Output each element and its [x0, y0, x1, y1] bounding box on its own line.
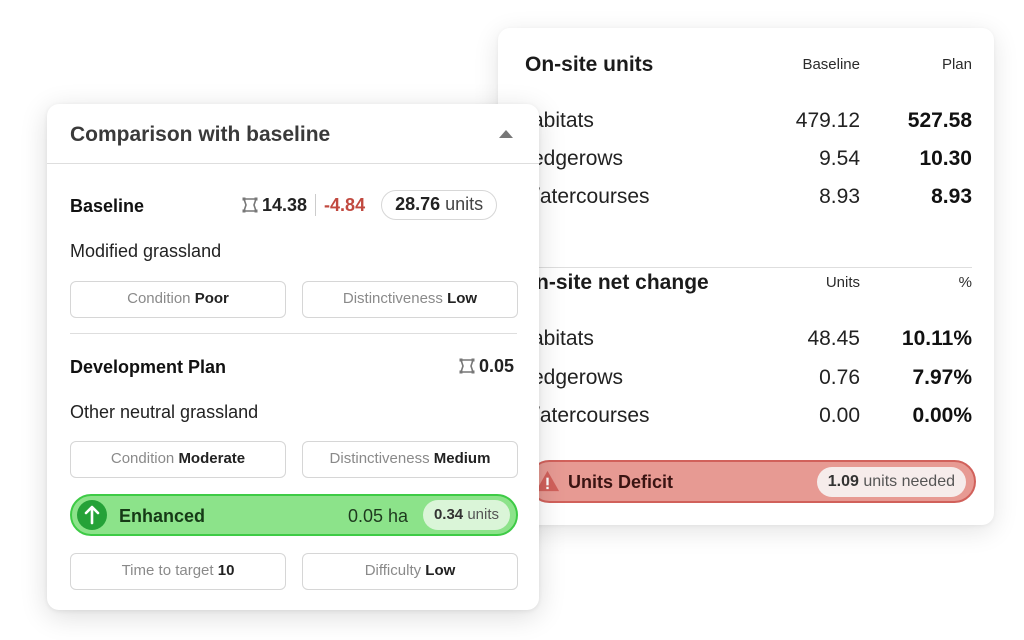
baseline-units-value: 28.76 — [395, 194, 441, 214]
area-polygon-icon — [242, 197, 258, 213]
enhanced-units-value: 0.34 — [433, 506, 464, 523]
distinctiveness-label: Distinctiveness — [342, 290, 443, 307]
baseline-units-suffix: units — [445, 194, 484, 214]
units-deficit-label: Units Deficit — [568, 472, 674, 492]
distinctiveness-value: Low — [447, 290, 478, 307]
baseline-value: 8.93 — [819, 185, 860, 208]
difficulty-value: Low — [425, 562, 456, 579]
baseline-metrics: 14.38 -4.84 28.76 units — [241, 190, 498, 220]
units-column-header: Units — [825, 274, 860, 291]
row-label: edgerows — [532, 366, 624, 389]
net-row-hedgerows: edgerows 0.76 7.97% — [498, 366, 994, 396]
comparison-card: Comparison with baseline Baseline 14.38 … — [47, 104, 539, 610]
plan-value: 10.30 — [919, 147, 972, 170]
net-row-habitats: abitats 48.45 10.11% — [498, 327, 994, 357]
time-to-target-box: Time to target 10 — [70, 553, 286, 590]
plan-metrics: 0.05 — [458, 352, 514, 380]
units-value: 0.00 — [819, 404, 860, 427]
plan-column-header: Plan — [941, 56, 972, 73]
distinctiveness-value: Medium — [433, 450, 491, 467]
row-label: /atercourses — [534, 185, 650, 208]
row-label: /atercourses — [534, 404, 650, 427]
enhanced-units-pill: 0.34 units — [422, 500, 510, 530]
plan-value: 527.58 — [907, 109, 972, 132]
distinctiveness-label: Distinctiveness — [329, 450, 430, 467]
baseline-distinctiveness-box: Distinctiveness Low — [302, 281, 518, 318]
arrow-up-icon — [77, 500, 107, 530]
enhanced-hectares: 0.05 ha — [347, 506, 408, 526]
units-row-hedgerows: edgerows 9.54 10.30 — [498, 147, 994, 177]
net-row-watercourses: /atercourses 0.00 0.00% — [498, 404, 994, 434]
percent-value: 10.11% — [901, 327, 972, 350]
collapse-caret-icon[interactable] — [499, 130, 513, 138]
units-row-habitats: abitats 479.12 527.58 — [498, 109, 994, 139]
units-needed-pill: 1.09 units needed — [816, 467, 966, 497]
section-divider — [70, 333, 517, 334]
enhanced-label: Enhanced — [119, 506, 206, 526]
comparison-title: Comparison with baseline — [70, 123, 331, 146]
baseline-change-value: -4.84 — [324, 194, 366, 215]
units-deficit-banner: Units Deficit 1.09 units needed — [528, 460, 976, 503]
enhanced-status-banner: Enhanced 0.05 ha 0.34 units — [70, 494, 518, 536]
development-plan-title: Development Plan — [70, 357, 227, 377]
row-label: abitats — [532, 327, 594, 350]
baseline-column-header: Baseline — [802, 56, 860, 73]
on-site-units-title: On-site units — [525, 53, 654, 76]
plan-area-value: 0.05 — [479, 355, 515, 376]
section-divider — [532, 267, 972, 268]
on-site-units-card: On-site units Baseline Plan abitats 479.… — [498, 28, 994, 525]
condition-value: Moderate — [178, 450, 246, 467]
baseline-title: Baseline — [70, 196, 145, 216]
condition-value: Poor — [194, 290, 229, 307]
baseline-value: 479.12 — [795, 109, 860, 132]
plan-distinctiveness-box: Distinctiveness Medium — [302, 441, 518, 478]
baseline-units-pill: 28.76 units — [381, 190, 498, 220]
time-to-target-label: Time to target — [121, 562, 214, 579]
plan-value: 8.93 — [931, 185, 972, 208]
units-value: 48.45 — [807, 327, 860, 350]
difficulty-box: Difficulty Low — [302, 553, 518, 590]
units-value: 0.76 — [819, 366, 860, 389]
baseline-area-value: 14.38 — [262, 194, 308, 215]
comparison-header[interactable]: Comparison with baseline — [47, 104, 539, 164]
condition-label: Condition — [110, 450, 175, 467]
area-polygon-icon — [459, 358, 475, 374]
enhanced-units-suffix: units — [467, 506, 499, 523]
row-label: abitats — [532, 109, 594, 132]
baseline-value: 9.54 — [819, 147, 860, 170]
difficulty-label: Difficulty — [364, 562, 422, 579]
plan-habitat: Other neutral grassland — [70, 402, 259, 422]
time-to-target-value: 10 — [217, 562, 235, 579]
baseline-condition-box: Condition Poor — [70, 281, 286, 318]
units-needed-suffix: units needed — [863, 473, 955, 490]
percent-column-header: % — [958, 274, 972, 291]
plan-condition-box: Condition Moderate — [70, 441, 286, 478]
condition-label: Condition — [127, 290, 191, 307]
percent-value: 7.97% — [912, 366, 972, 389]
units-needed-value: 1.09 — [827, 473, 859, 490]
baseline-habitat: Modified grassland — [70, 241, 222, 261]
percent-value: 0.00% — [912, 404, 972, 427]
row-label: edgerows — [532, 147, 624, 170]
metric-separator — [315, 194, 317, 216]
net-change-title: n-site net change — [536, 271, 709, 294]
units-row-watercourses: /atercourses 8.93 8.93 — [498, 185, 994, 215]
